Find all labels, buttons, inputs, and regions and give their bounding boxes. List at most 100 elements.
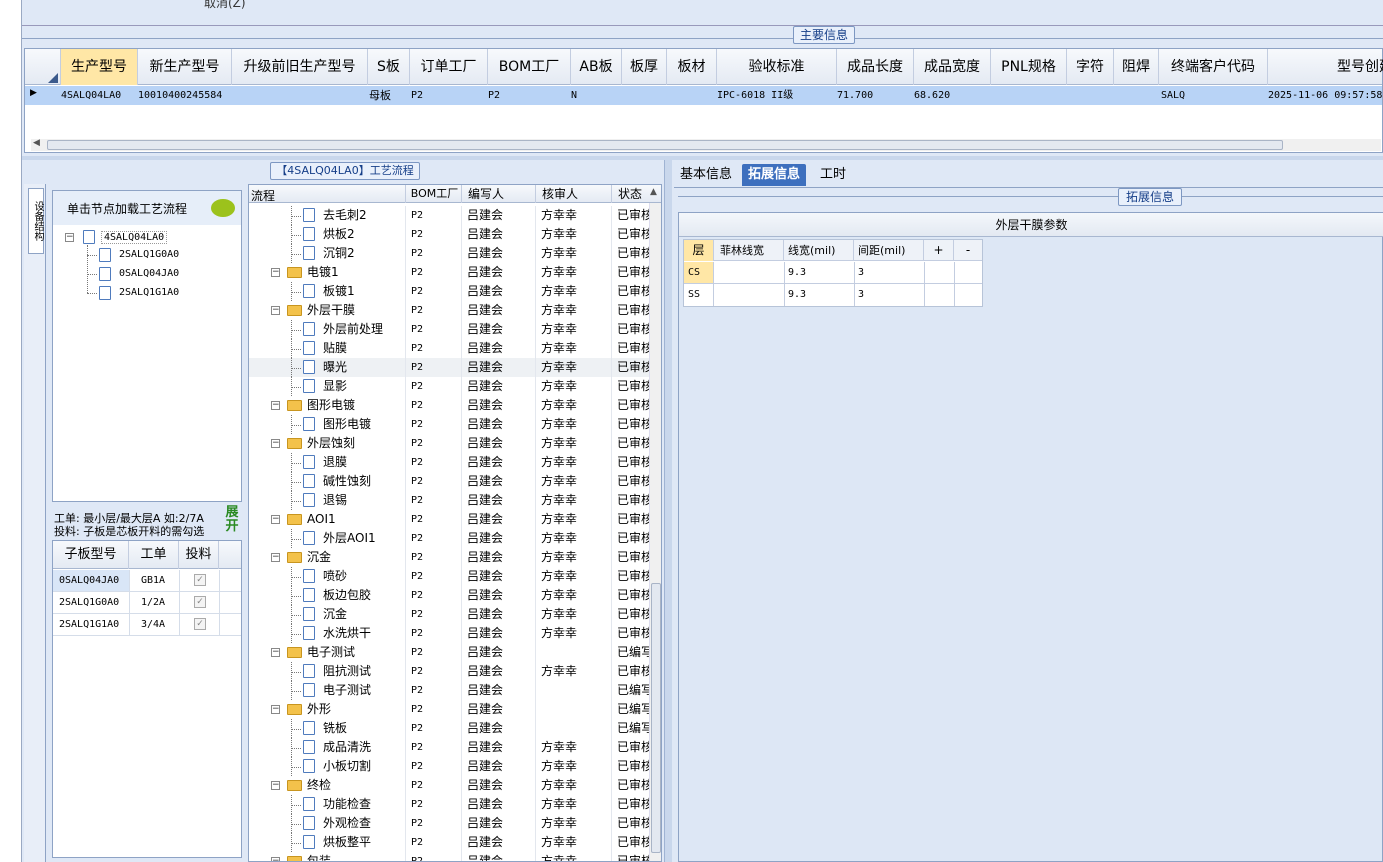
flow-group-row[interactable]: − 外层干膜 P2 吕建会 方幸幸 已审核 (249, 301, 649, 320)
tree-collapse-icon[interactable]: − (271, 857, 280, 861)
tree-collapse-icon[interactable]: − (271, 705, 280, 714)
tab-work-hours[interactable]: 工时 (814, 164, 852, 186)
col-header[interactable]: 间距(mil) (854, 240, 924, 261)
table-row[interactable]: 2SALQ1G1A0 3/4A ✓ (53, 614, 241, 636)
flow-step-row[interactable]: 退锡 P2 吕建会 方幸幸 已审核 (249, 491, 649, 510)
flow-step-row[interactable]: 小板切割 P2 吕建会 方幸幸 已审核 (249, 757, 649, 776)
col-header[interactable]: 生产型号 (61, 49, 138, 85)
tree-collapse-icon[interactable]: − (271, 268, 280, 277)
flow-group-row[interactable]: − 电镀1 P2 吕建会 方幸幸 已审核 (249, 263, 649, 282)
table-row[interactable]: CS 9.3 3 (684, 262, 982, 284)
flow-step-row[interactable]: 沉铜2 P2 吕建会 方幸幸 已审核 (249, 244, 649, 263)
col-header[interactable]: 字符 (1067, 49, 1114, 85)
flow-step-row[interactable]: 烘板整平 P2 吕建会 方幸幸 已审核 (249, 833, 649, 852)
scroll-up-icon[interactable]: ▲ (650, 187, 657, 197)
feed-checkbox[interactable]: ✓ (194, 596, 206, 608)
col-header[interactable]: 流程 (251, 187, 275, 204)
flow-group-row[interactable]: − 终检 P2 吕建会 方幸幸 已审核 (249, 776, 649, 795)
tab-extended-info[interactable]: 拓展信息 (742, 164, 807, 186)
space-cell[interactable]: 3 (858, 262, 864, 283)
flow-step-row[interactable]: 图形电镀 P2 吕建会 方幸幸 已审核 (249, 415, 649, 434)
space-cell[interactable]: 3 (858, 284, 864, 306)
flow-step-row[interactable]: 沉金 P2 吕建会 方幸幸 已审核 (249, 605, 649, 624)
flow-step-row[interactable]: 烘板2 P2 吕建会 方幸幸 已审核 (249, 225, 649, 244)
tree-collapse-icon[interactable]: − (271, 306, 280, 315)
tree-child-node[interactable]: 2SALQ1G0A0 (119, 249, 179, 260)
tree-collapse-icon[interactable]: − (271, 781, 280, 790)
tree-root-node[interactable]: 4SALQ04LA0 (101, 231, 168, 244)
col-header[interactable]: 状态 (611, 185, 651, 203)
tree-collapse-icon[interactable]: − (271, 401, 280, 410)
flow-group-row[interactable]: − 电子测试 P2 吕建会 已编写 (249, 643, 649, 662)
flow-step-row[interactable]: 铣板 P2 吕建会 已编写 (249, 719, 649, 738)
col-header[interactable]: 新生产型号 (138, 49, 232, 85)
feed-checkbox[interactable]: ✓ (194, 574, 206, 586)
flow-group-row[interactable]: − 图形电镀 P2 吕建会 方幸幸 已审核 (249, 396, 649, 415)
flow-step-row[interactable]: 板边包胶 P2 吕建会 方幸幸 已审核 (249, 586, 649, 605)
table-row[interactable]: 0SALQ04JA0 GB1A ✓ (53, 570, 241, 592)
col-header[interactable]: 板厚 (622, 49, 667, 85)
remove-column-button[interactable]: - (954, 240, 982, 261)
flow-step-row[interactable]: 曝光 P2 吕建会 方幸幸 已审核 (249, 358, 649, 377)
expand-button[interactable]: 展开 (223, 506, 241, 538)
flow-step-row[interactable]: 外层前处理 P2 吕建会 方幸幸 已审核 (249, 320, 649, 339)
col-header[interactable]: 子板型号 (53, 541, 129, 569)
tab-basic-info[interactable]: 基本信息 (674, 164, 738, 186)
col-header[interactable]: 工单 (129, 541, 179, 569)
tree-collapse-icon[interactable]: − (271, 439, 280, 448)
flow-group-row[interactable]: − 外层蚀刻 P2 吕建会 方幸幸 已审核 (249, 434, 649, 453)
flow-step-row[interactable]: 退膜 P2 吕建会 方幸幸 已审核 (249, 453, 649, 472)
flow-step-row[interactable]: 碱性蚀刻 P2 吕建会 方幸幸 已审核 (249, 472, 649, 491)
col-header[interactable]: 阻焊 (1114, 49, 1159, 85)
flow-step-row[interactable]: 显影 P2 吕建会 方幸幸 已审核 (249, 377, 649, 396)
col-header[interactable]: 型号创建日 (1268, 49, 1383, 85)
tree-collapse-icon[interactable]: − (271, 648, 280, 657)
flow-step-row[interactable]: 外观检查 P2 吕建会 方幸幸 已审核 (249, 814, 649, 833)
col-header[interactable]: 线宽(mil) (784, 240, 854, 261)
flow-step-row[interactable]: 贴膜 P2 吕建会 方幸幸 已审核 (249, 339, 649, 358)
feed-checkbox[interactable]: ✓ (194, 618, 206, 630)
flow-step-row[interactable]: 功能检查 P2 吕建会 方幸幸 已审核 (249, 795, 649, 814)
col-header[interactable]: 板材 (667, 49, 717, 85)
tree-child-node[interactable]: 2SALQ1G1A0 (119, 287, 179, 298)
splitter[interactable] (22, 156, 1383, 160)
col-header[interactable]: 菲林线宽 (714, 240, 784, 261)
col-header[interactable]: PNL规格 (991, 49, 1067, 85)
width-cell[interactable]: 9.3 (788, 262, 806, 283)
flow-step-row[interactable]: 板镀1 P2 吕建会 方幸幸 已审核 (249, 282, 649, 301)
flow-step-row[interactable]: 水洗烘干 P2 吕建会 方幸幸 已审核 (249, 624, 649, 643)
col-header[interactable]: 投料 (179, 541, 219, 569)
col-header[interactable]: 验收标准 (717, 49, 837, 85)
flow-group-row[interactable]: − 包装 P2 吕建会 方幸幸 已审核 (249, 852, 649, 861)
flow-step-row[interactable]: 成品清洗 P2 吕建会 方幸幸 已审核 (249, 738, 649, 757)
add-column-button[interactable]: + (924, 240, 954, 261)
col-header[interactable]: BOM工厂 (488, 49, 571, 85)
horizontal-scrollbar[interactable]: ◀ (31, 138, 1381, 151)
scroll-left-icon[interactable]: ◀ (33, 138, 40, 148)
tree-collapse-icon[interactable]: − (271, 553, 280, 562)
col-header[interactable]: BOM工厂 (405, 185, 463, 203)
col-header[interactable]: 终端客户代码 (1159, 49, 1268, 85)
scrollbar-thumb[interactable] (651, 583, 661, 853)
structure-tab[interactable]: 设备结构 (28, 188, 44, 254)
col-header[interactable]: S板 (368, 49, 410, 85)
cancel-button[interactable]: 取消(Z) (204, 0, 246, 11)
flow-step-row[interactable]: 外层AOI1 P2 吕建会 方幸幸 已审核 (249, 529, 649, 548)
flow-group-row[interactable]: − 沉金 P2 吕建会 方幸幸 已审核 (249, 548, 649, 567)
flow-step-row[interactable]: 阻抗测试 P2 吕建会 方幸幸 已审核 (249, 662, 649, 681)
tree-collapse-icon[interactable]: − (65, 233, 74, 242)
flow-group-row[interactable]: − 外形 P2 吕建会 已编写 (249, 700, 649, 719)
flow-step-row[interactable]: 喷砂 P2 吕建会 方幸幸 已审核 (249, 567, 649, 586)
flow-step-row[interactable]: 去毛刺2 P2 吕建会 方幸幸 已审核 (249, 206, 649, 225)
col-header[interactable]: 编写人 (461, 185, 535, 203)
scrollbar-thumb[interactable] (47, 140, 1283, 150)
width-cell[interactable]: 9.3 (788, 284, 806, 306)
col-header[interactable]: 订单工厂 (410, 49, 488, 85)
flow-step-row[interactable]: 电子测试 P2 吕建会 已编写 (249, 681, 649, 700)
tree-child-node[interactable]: 0SALQ04JA0 (119, 268, 179, 279)
col-header[interactable]: AB板 (571, 49, 622, 85)
col-header[interactable]: 层 (684, 240, 714, 261)
table-row[interactable]: 2SALQ1G0A0 1/2A ✓ (53, 592, 241, 614)
flow-group-row[interactable]: − AOI1 P2 吕建会 方幸幸 已审核 (249, 510, 649, 529)
col-header[interactable]: 升级前旧生产型号 (232, 49, 368, 85)
